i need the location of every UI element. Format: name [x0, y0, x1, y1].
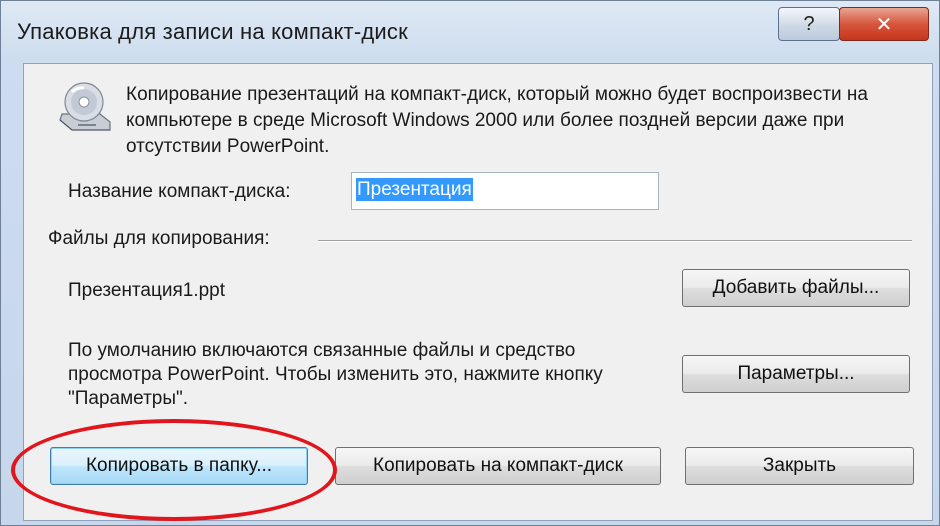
copy-to-folder-button[interactable]: Копировать в папку...: [50, 447, 308, 485]
cd-name-input[interactable]: Презентация: [351, 172, 659, 210]
cd-name-label: Название компакт-диска:: [68, 181, 291, 202]
dialog-body: Копирование презентаций на компакт-диск,…: [23, 63, 933, 521]
close-icon: ✕: [875, 13, 893, 36]
dialog-window: Упаковка для записи на компакт-диск ? ✕ …: [0, 0, 940, 526]
add-files-button[interactable]: Добавить файлы...: [682, 269, 910, 307]
file-list-item[interactable]: Презентация1.ppt: [68, 280, 225, 302]
cd-drive-icon: [59, 82, 111, 131]
help-icon: ?: [803, 12, 815, 35]
files-group-label: Файлы для копирования:: [48, 228, 270, 249]
description-text: Копирование презентаций на компакт-диск,…: [126, 84, 868, 157]
help-button[interactable]: ?: [778, 7, 840, 41]
cd-name-value: Презентация: [356, 178, 473, 201]
copy-to-cd-button[interactable]: Копировать на компакт-диск: [335, 447, 661, 485]
options-button[interactable]: Параметры...: [682, 355, 910, 393]
close-button[interactable]: Закрыть: [685, 447, 914, 485]
options-note-text: По умолчанию включаются связанные файлы …: [68, 340, 603, 409]
close-window-button[interactable]: ✕: [839, 7, 929, 41]
dialog-title: Упаковка для записи на компакт-диск: [17, 19, 408, 44]
group-divider: [318, 240, 912, 242]
